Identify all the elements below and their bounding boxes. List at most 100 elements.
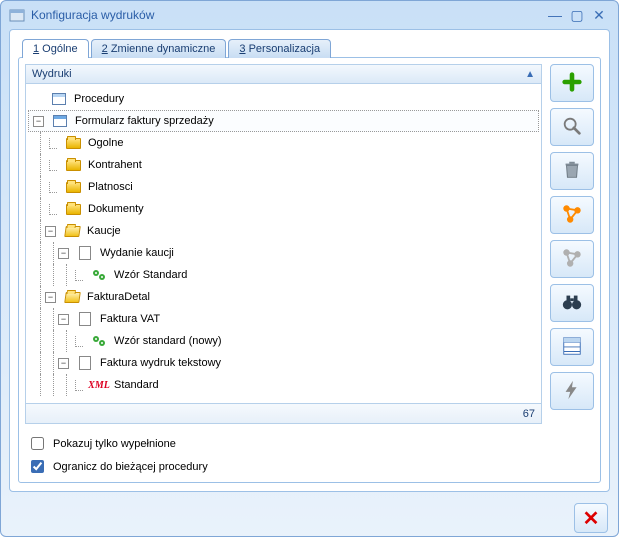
- tree-toggle[interactable]: −: [45, 226, 56, 237]
- node-wzor-standard-nowy[interactable]: Wzór standard (nowy): [28, 330, 539, 352]
- tree-toggle[interactable]: −: [58, 358, 69, 369]
- checkbox-show-filled[interactable]: Pokazuj tylko wypełnione: [27, 434, 592, 453]
- bottom-bar: ✕: [1, 500, 618, 536]
- page-icon: [77, 355, 93, 371]
- zoom-button[interactable]: [550, 108, 594, 146]
- titlebar: Konfiguracja wydruków — ▢ ✕: [1, 1, 618, 29]
- folder-icon: [65, 157, 81, 173]
- add-button[interactable]: [550, 64, 594, 102]
- node-fakturadetal[interactable]: − FakturaDetal: [28, 286, 539, 308]
- tree-header-label: Wydruki: [32, 68, 72, 80]
- tree-header[interactable]: Wydruki ▲: [25, 64, 542, 84]
- gears-icon: [91, 333, 107, 349]
- sort-indicator-icon: ▲: [525, 69, 535, 80]
- folder-icon: [65, 135, 81, 151]
- node-faktura-vat[interactable]: − Faktura VAT: [28, 308, 539, 330]
- close-button[interactable]: ✕: [574, 503, 608, 533]
- node-wzor-standard[interactable]: Wzór Standard: [28, 264, 539, 286]
- tree-toggle[interactable]: −: [58, 314, 69, 325]
- xml-icon: XML: [91, 377, 107, 393]
- page-icon: [77, 245, 93, 261]
- node-procedury[interactable]: Procedury: [28, 88, 539, 110]
- node-kaucje[interactable]: − Kaucje: [28, 220, 539, 242]
- gears-icon: [91, 267, 107, 283]
- tree-node-label: Faktura VAT: [97, 312, 163, 326]
- binoculars-button[interactable]: [550, 284, 594, 322]
- plus-icon: [561, 71, 583, 96]
- tree-toggle[interactable]: −: [45, 292, 56, 303]
- node-standard-xml[interactable]: XML Standard: [28, 374, 539, 396]
- panel-ogolne: Wydruki ▲ Procedury − Formularz faktury sp…: [18, 57, 601, 483]
- checkbox-limit-current[interactable]: Ogranicz do bieżącej procedury: [27, 457, 592, 476]
- node-ogolne[interactable]: Ogolne: [28, 132, 539, 154]
- tree-node-label: Standard: [111, 378, 162, 392]
- tree-toggle[interactable]: −: [58, 248, 69, 259]
- minimize-button[interactable]: —: [544, 7, 566, 23]
- close-window-button[interactable]: ✕: [588, 7, 610, 23]
- tree-node-label: Kaucje: [84, 224, 124, 238]
- folder-open-icon: [64, 223, 80, 239]
- tree-node-label: Dokumenty: [85, 202, 147, 216]
- tree-node-label: Ogolne: [85, 136, 126, 150]
- app-icon: [9, 7, 25, 23]
- tree-connector: [49, 204, 57, 215]
- tree-connector: [49, 160, 57, 171]
- node-faktura-tekstowy[interactable]: − Faktura wydruk tekstowy: [28, 352, 539, 374]
- content: 1 Ogólne2 Zmienne dynamiczne3 Personaliz…: [9, 29, 610, 492]
- checkbox-show-filled-label: Pokazuj tylko wypełnione: [53, 438, 176, 450]
- binoculars-icon: [561, 291, 583, 316]
- trash-button[interactable]: [550, 152, 594, 190]
- tabs: 1 Ogólne2 Zmienne dynamiczne3 Personaliz…: [18, 38, 601, 57]
- tree-node-label: Wzór Standard: [111, 268, 190, 282]
- tab-ogólne[interactable]: 1 Ogólne: [22, 39, 89, 58]
- tree-connector: [49, 182, 57, 193]
- nodes-orange-icon: [561, 203, 583, 228]
- side-toolbar: [550, 64, 594, 424]
- tree-node-label: Wzór standard (nowy): [111, 334, 225, 348]
- nodes-gray-icon: [561, 247, 583, 272]
- tree-node-label: Kontrahent: [85, 158, 145, 172]
- tab-personalizacja[interactable]: 3 Personalizacja: [228, 39, 331, 58]
- checkbox-limit-current-input[interactable]: [31, 460, 44, 473]
- tree-connector: [49, 138, 57, 149]
- tree-connector: [75, 336, 83, 347]
- folder-icon: [65, 179, 81, 195]
- tree-node-label: Platnosci: [85, 180, 136, 194]
- node-wydanie-kaucji[interactable]: −Wydanie kaucji: [28, 242, 539, 264]
- tree-toggle[interactable]: −: [33, 116, 44, 127]
- node-platnosci[interactable]: Platnosci: [28, 176, 539, 198]
- trash-icon: [561, 159, 583, 184]
- tree-container: Wydruki ▲ Procedury − Formularz faktury sp…: [25, 64, 542, 424]
- list-icon: [561, 335, 583, 360]
- tree-count: 67: [523, 408, 535, 420]
- tree-node-label: Formularz faktury sprzedaży: [72, 114, 217, 128]
- checkbox-show-filled-input[interactable]: [31, 437, 44, 450]
- magnifier-icon: [561, 115, 583, 140]
- relations-button[interactable]: [550, 240, 594, 278]
- tree-connector: [75, 380, 83, 391]
- tree-footer: 67: [25, 404, 542, 424]
- lightning-icon: [561, 379, 583, 404]
- node-kontrahent[interactable]: Kontrahent: [28, 154, 539, 176]
- window: Konfiguracja wydruków — ▢ ✕ 1 Ogólne2 Zm…: [0, 0, 619, 537]
- page-icon: [77, 311, 93, 327]
- node-dokumenty[interactable]: Dokumenty: [28, 198, 539, 220]
- tree-node-label: Procedury: [71, 92, 127, 106]
- form-icon: [52, 113, 68, 129]
- tree-body[interactable]: Procedury − Formularz faktury sprzedaży Ogo…: [25, 84, 542, 404]
- window-title: Konfiguracja wydruków: [31, 8, 154, 22]
- tree-node-label: Faktura wydruk tekstowy: [97, 356, 224, 370]
- node-formularz[interactable]: − Formularz faktury sprzedaży: [28, 110, 539, 132]
- list-button[interactable]: [550, 328, 594, 366]
- folder-icon: [65, 201, 81, 217]
- lightning-button[interactable]: [550, 372, 594, 410]
- folder-open-icon: [64, 289, 80, 305]
- maximize-button[interactable]: ▢: [566, 7, 588, 23]
- connect-button[interactable]: [550, 196, 594, 234]
- checkbox-limit-current-label: Ogranicz do bieżącej procedury: [53, 461, 208, 473]
- tab-zmienne-dynamiczne[interactable]: 2 Zmienne dynamiczne: [91, 39, 227, 58]
- tree-node-label: FakturaDetal: [84, 290, 153, 304]
- tree-connector: [75, 270, 83, 281]
- window-icon: [51, 91, 67, 107]
- options: Pokazuj tylko wypełnione Ogranicz do bie…: [25, 430, 594, 476]
